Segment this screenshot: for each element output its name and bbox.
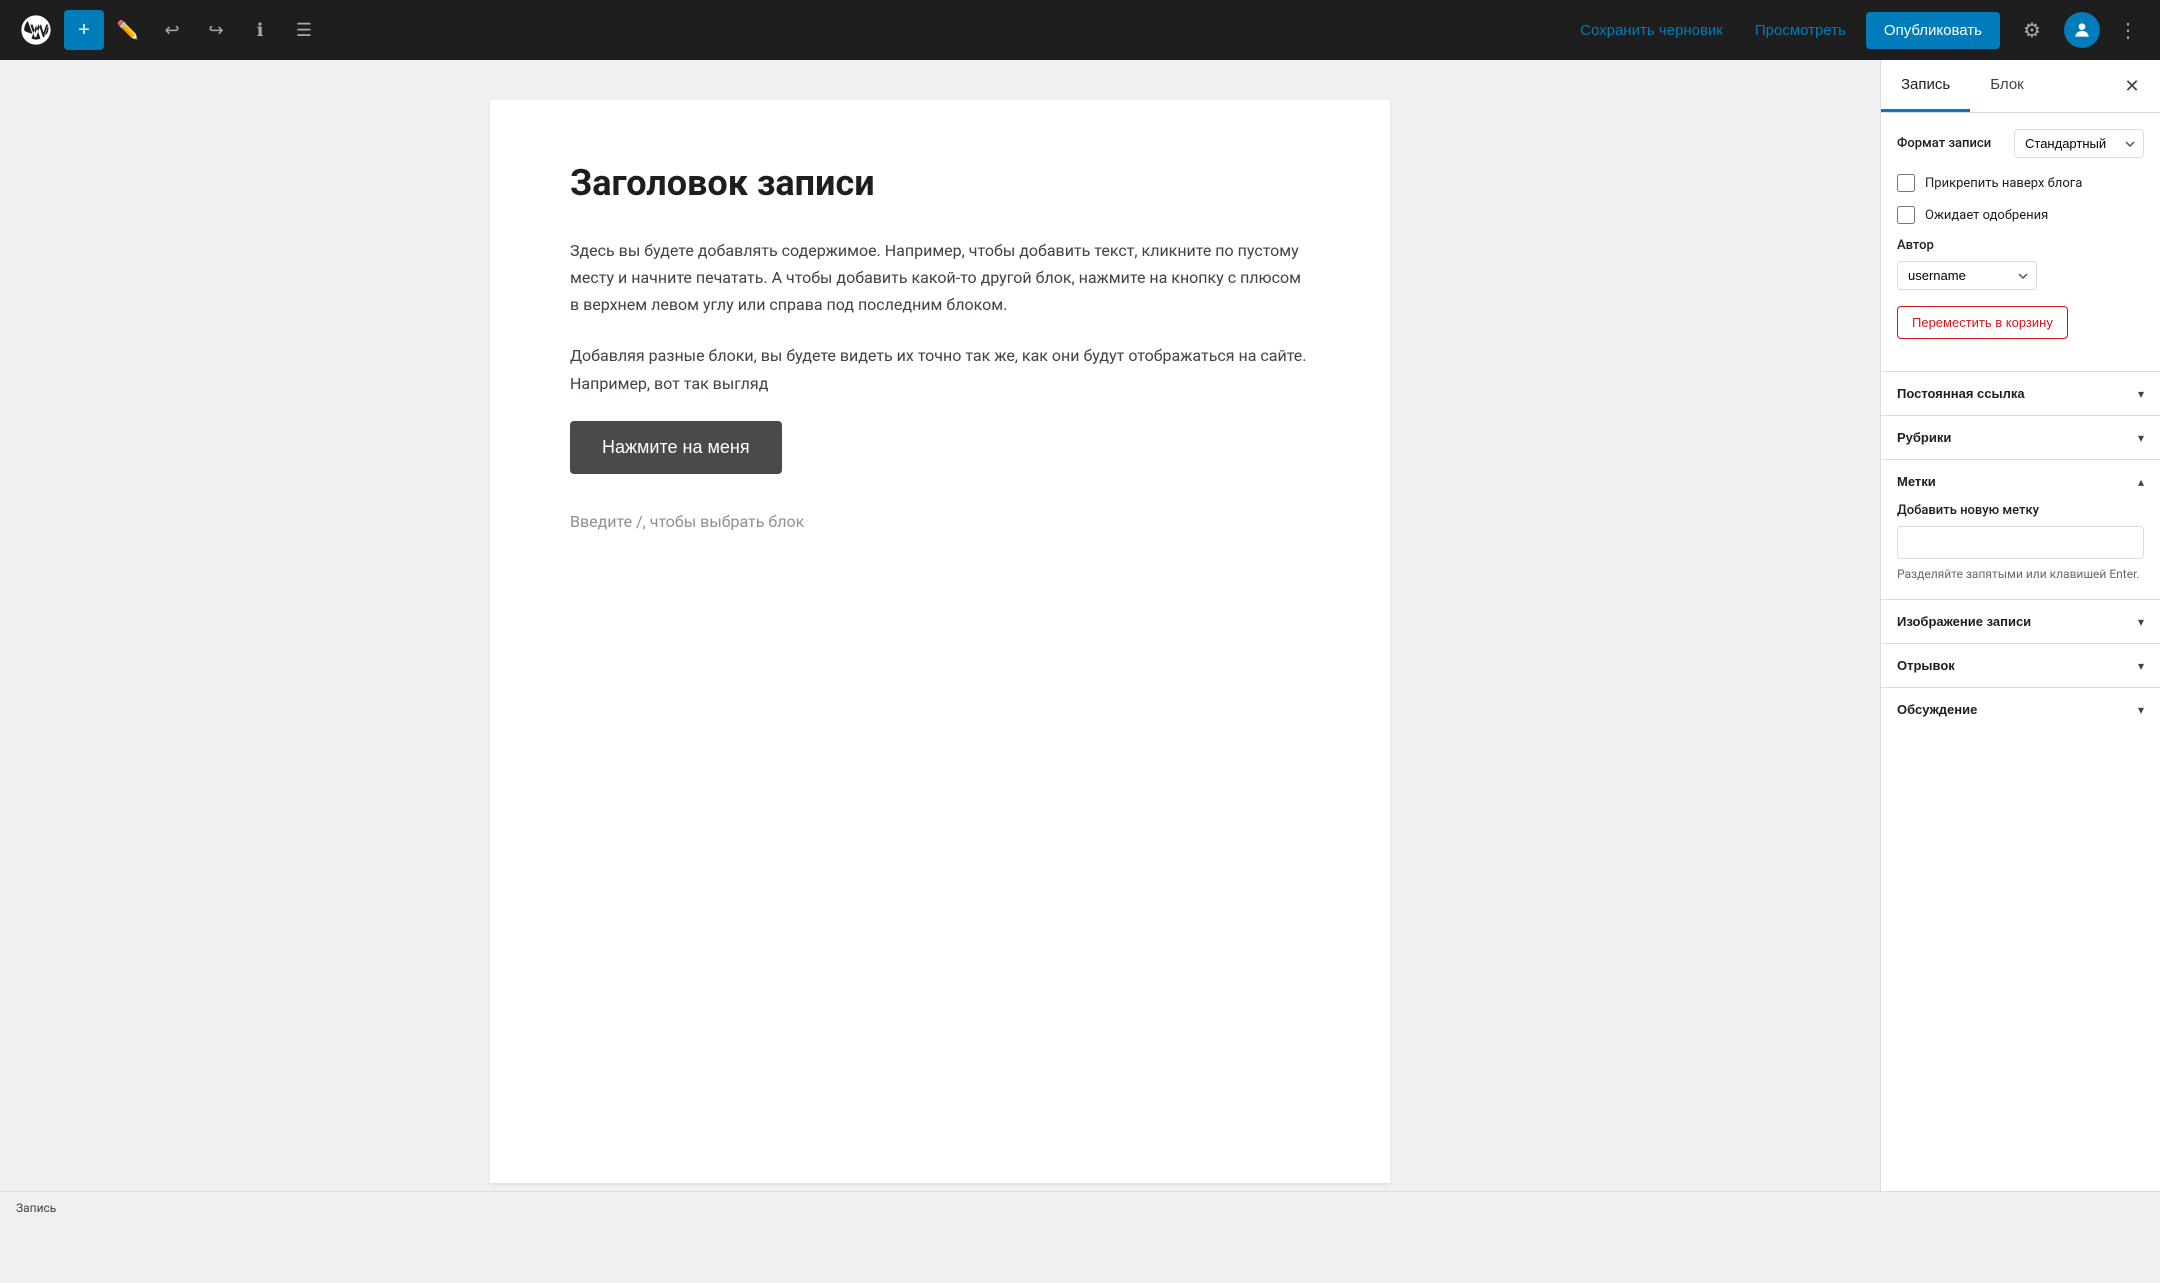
discussion-toggle[interactable]: Обсуждение ▾ xyxy=(1881,688,2160,731)
info-button[interactable]: ℹ xyxy=(240,10,280,50)
categories-section: Рубрики ▾ xyxy=(1881,415,2160,459)
sidebar: Запись Блок ✕ Формат записи Стандартный … xyxy=(1880,60,2160,1223)
status-bar: Запись xyxy=(0,1191,2160,1223)
categories-toggle[interactable]: Рубрики ▾ xyxy=(1881,416,2160,459)
cta-block-button[interactable]: Нажмите на меня xyxy=(570,421,782,474)
status-label: Запись xyxy=(16,1201,56,1215)
tags-chevron-icon: ▴ xyxy=(2138,475,2144,489)
main-layout: Заголовок записи Здесь вы будете добавля… xyxy=(0,60,2160,1223)
permalink-toggle[interactable]: Постоянная ссылка ▾ xyxy=(1881,372,2160,415)
discussion-chevron-icon: ▾ xyxy=(2138,703,2144,717)
tags-hint: Разделяйте запятыми или клавишей Enter. xyxy=(1897,565,2144,583)
sticky-label: Прикрепить наверх блога xyxy=(1925,176,2082,191)
author-label: Автор xyxy=(1897,238,2144,253)
post-format-select[interactable]: Стандартный xyxy=(2014,129,2144,158)
tags-input[interactable] xyxy=(1897,526,2144,559)
author-select[interactable]: username xyxy=(1897,261,2037,290)
sticky-row: Прикрепить наверх блога xyxy=(1897,174,2144,192)
paragraph-2[interactable]: Добавляя разные блоки, вы будете видеть … xyxy=(570,342,1310,396)
sticky-checkbox[interactable] xyxy=(1897,174,1915,192)
add-block-button[interactable]: + xyxy=(64,10,104,50)
list-view-button[interactable]: ☰ xyxy=(284,10,324,50)
wordpress-logo xyxy=(12,0,60,60)
tags-add-label: Добавить новую метку xyxy=(1897,503,2144,518)
discussion-section: Обсуждение ▾ xyxy=(1881,687,2160,731)
permalink-title: Постоянная ссылка xyxy=(1897,386,2025,401)
post-image-title: Изображение записи xyxy=(1897,614,2031,629)
tags-title: Метки xyxy=(1897,474,1936,489)
sidebar-header: Запись Блок ✕ xyxy=(1881,60,2160,113)
trash-button[interactable]: Переместить в корзину xyxy=(1897,306,2068,339)
excerpt-title: Отрывок xyxy=(1897,658,1955,673)
undo-button[interactable]: ↩ xyxy=(152,10,192,50)
editor-content: Заголовок записи Здесь вы будете добавля… xyxy=(490,100,1390,1183)
categories-title: Рубрики xyxy=(1897,430,1951,445)
tags-toggle[interactable]: Метки ▴ xyxy=(1881,460,2160,503)
post-title[interactable]: Заголовок записи xyxy=(570,160,1310,207)
post-format-row: Формат записи Стандартный xyxy=(1897,129,2144,158)
categories-chevron-icon: ▾ xyxy=(2138,431,2144,445)
discussion-title: Обсуждение xyxy=(1897,702,1977,717)
toolbar: + ✏️ ↩ ↪ ℹ ☰ Сохранить черновик Просмотр… xyxy=(0,0,2160,60)
settings-button[interactable]: ⚙ xyxy=(2008,0,2056,60)
tags-content: Добавить новую метку Разделяйте запятыми… xyxy=(1881,503,2160,599)
post-image-chevron-icon: ▾ xyxy=(2138,615,2144,629)
post-image-section: Изображение записи ▾ xyxy=(1881,599,2160,643)
paragraph-1[interactable]: Здесь вы будете добавлять содержимое. На… xyxy=(570,237,1310,319)
excerpt-chevron-icon: ▾ xyxy=(2138,659,2144,673)
excerpt-section: Отрывок ▾ xyxy=(1881,643,2160,687)
excerpt-toggle[interactable]: Отрывок ▾ xyxy=(1881,644,2160,687)
author-section: Автор username xyxy=(1897,238,2144,290)
pending-checkbox[interactable] xyxy=(1897,206,1915,224)
save-draft-button[interactable]: Сохранить черновик xyxy=(1568,14,1735,47)
permalink-chevron-icon: ▾ xyxy=(2138,387,2144,401)
tab-block[interactable]: Блок xyxy=(1970,60,2044,112)
pending-label: Ожидает одобрения xyxy=(1925,208,2048,223)
redo-button[interactable]: ↪ xyxy=(196,10,236,50)
editor-area[interactable]: Заголовок записи Здесь вы будете добавля… xyxy=(0,60,1880,1223)
tags-section: Метки ▴ Добавить новую метку Разделяйте … xyxy=(1881,459,2160,599)
permalink-section: Постоянная ссылка ▾ xyxy=(1881,371,2160,415)
post-image-toggle[interactable]: Изображение записи ▾ xyxy=(1881,600,2160,643)
post-format-label: Формат записи xyxy=(1897,136,1991,151)
toolbar-right: Сохранить черновик Просмотреть Опубликов… xyxy=(1568,0,2148,60)
more-options-button[interactable]: ⋮ xyxy=(2108,10,2148,50)
sidebar-body: Формат записи Стандартный Прикрепить нав… xyxy=(1881,113,2160,371)
user-avatar-button[interactable] xyxy=(2064,12,2100,48)
tab-record[interactable]: Запись xyxy=(1881,60,1970,112)
block-placeholder[interactable]: Введите /, чтобы выбрать блок xyxy=(570,504,1310,539)
sidebar-close-button[interactable]: ✕ xyxy=(2112,66,2152,106)
pending-row: Ожидает одобрения xyxy=(1897,206,2144,224)
tools-button[interactable]: ✏️ xyxy=(108,10,148,50)
publish-button[interactable]: Опубликовать xyxy=(1866,12,2000,49)
preview-button[interactable]: Просмотреть xyxy=(1743,14,1858,47)
